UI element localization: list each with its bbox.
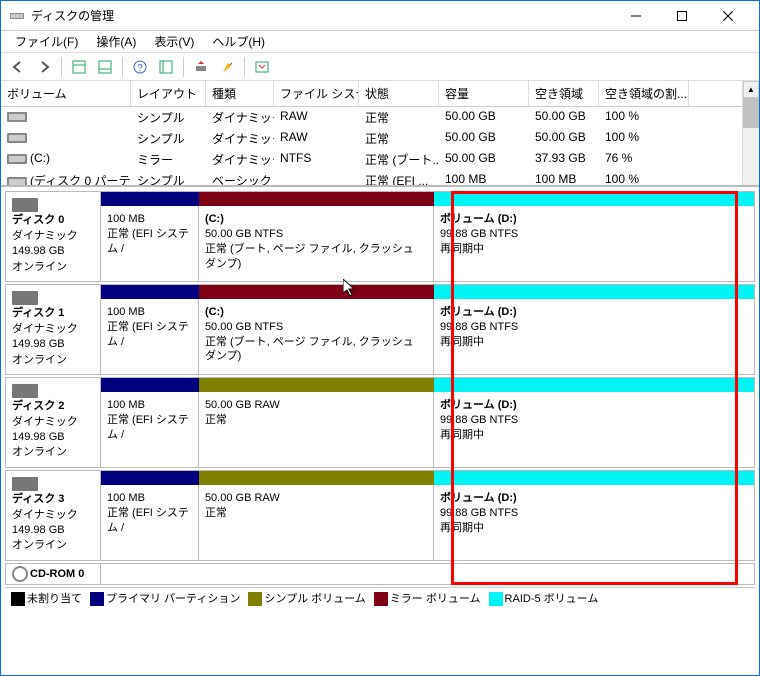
disk-info[interactable]: ディスク 3ダイナミック149.98 GBオンライン [6, 471, 101, 560]
legend-swatch-unalloc [11, 592, 25, 606]
table-row[interactable]: (C:)ミラーダイナミックNTFS正常 (ブート...50.00 GB37.93… [1, 149, 742, 170]
partition[interactable]: ボリューム (D:)99.88 GB NTFS再同期中 [434, 206, 754, 281]
legend-swatch-raid5 [489, 592, 503, 606]
close-button[interactable] [705, 1, 751, 31]
menu-view[interactable]: 表示(V) [146, 31, 202, 52]
disk-icon [12, 198, 38, 212]
disk-icon [12, 384, 38, 398]
scroll-thumb[interactable] [743, 98, 759, 128]
partition[interactable]: ボリューム (D:)99.88 GB NTFS再同期中 [434, 392, 754, 467]
volume-list-pane: ボリューム レイアウト 種類 ファイル システム 状態 容量 空き領域 空き領域… [1, 81, 759, 187]
disk-map-pane: ディスク 0ダイナミック149.98 GBオンライン100 MB正常 (EFI … [1, 187, 759, 675]
titlebar: ディスクの管理 [1, 1, 759, 31]
volume-icon [7, 154, 27, 164]
toolbar: ? [1, 53, 759, 81]
table-row[interactable]: シンプルダイナミックRAW正常50.00 GB50.00 GB100 % [1, 128, 742, 149]
settings-button[interactable] [155, 56, 177, 78]
menu-action[interactable]: 操作(A) [88, 31, 144, 52]
cdrom-icon [12, 566, 28, 582]
partition[interactable]: 50.00 GB RAW正常 [199, 392, 434, 467]
partition[interactable]: 100 MB正常 (EFI システム / [101, 485, 199, 560]
col-pct[interactable]: 空き領域の割... [599, 81, 689, 106]
table-row[interactable]: シンプルダイナミックRAW正常50.00 GB50.00 GB100 % [1, 107, 742, 128]
menu-file[interactable]: ファイル(F) [7, 31, 86, 52]
table-header: ボリューム レイアウト 種類 ファイル システム 状態 容量 空き領域 空き領域… [1, 81, 742, 107]
table-row[interactable]: (ディスク 0 パーティシ...シンプルベーシック正常 (EFI ...100 … [1, 170, 742, 187]
legend-raid5: RAID-5 ボリューム [505, 593, 599, 605]
disk-info[interactable]: ディスク 2ダイナミック149.98 GBオンライン [6, 378, 101, 467]
svg-text:?: ? [137, 63, 143, 74]
partition[interactable]: 100 MB正常 (EFI システム / [101, 392, 199, 467]
legend: 未割り当て プライマリ パーティション シンプル ボリューム ミラー ボリューム… [5, 587, 755, 609]
col-type[interactable]: 種類 [206, 81, 274, 106]
col-status[interactable]: 状態 [359, 81, 439, 106]
disk-info[interactable]: ディスク 1ダイナミック149.98 GBオンライン [6, 285, 101, 374]
col-volume[interactable]: ボリューム [1, 81, 131, 106]
partition[interactable]: (C:)50.00 GB NTFS正常 (ブート, ページ ファイル, クラッシ… [199, 299, 434, 374]
legend-swatch-mirror [374, 592, 388, 606]
partition[interactable]: 100 MB正常 (EFI システム / [101, 299, 199, 374]
partition[interactable]: 100 MB正常 (EFI システム / [101, 206, 199, 281]
disk-icon [12, 291, 38, 305]
cdrom-block[interactable]: CD-ROM 0 [5, 563, 755, 585]
help-button[interactable]: ? [129, 56, 151, 78]
window-title: ディスクの管理 [31, 7, 613, 24]
maximize-button[interactable] [659, 1, 705, 31]
scrollbar[interactable]: ▲ ▼ [742, 81, 759, 187]
partition[interactable]: ボリューム (D:)99.88 GB NTFS再同期中 [434, 299, 754, 374]
legend-primary: プライマリ パーティション [106, 593, 240, 605]
disk-block: ディスク 0ダイナミック149.98 GBオンライン100 MB正常 (EFI … [5, 191, 755, 282]
view-bottom-button[interactable] [94, 56, 116, 78]
volume-icon [7, 112, 27, 122]
view-top-button[interactable] [68, 56, 90, 78]
back-button[interactable] [7, 56, 29, 78]
scroll-up-button[interactable]: ▲ [743, 81, 759, 98]
disk-icon [12, 477, 38, 491]
action1-button[interactable] [190, 56, 212, 78]
menubar: ファイル(F) 操作(A) 表示(V) ヘルプ(H) [1, 31, 759, 53]
disk-info[interactable]: ディスク 0ダイナミック149.98 GBオンライン [6, 192, 101, 281]
disk-block: ディスク 2ダイナミック149.98 GBオンライン100 MB正常 (EFI … [5, 377, 755, 468]
partition[interactable]: 50.00 GB RAW正常 [199, 485, 434, 560]
legend-unalloc: 未割り当て [27, 593, 82, 605]
col-layout[interactable]: レイアウト [131, 81, 206, 106]
app-icon [9, 8, 25, 24]
legend-simple: シンプル ボリューム [264, 593, 365, 605]
legend-mirror: ミラー ボリューム [390, 593, 481, 605]
action2-button[interactable] [216, 56, 238, 78]
disk-block: ディスク 1ダイナミック149.98 GBオンライン100 MB正常 (EFI … [5, 284, 755, 375]
volume-icon [7, 133, 27, 143]
menu-help[interactable]: ヘルプ(H) [204, 31, 273, 52]
volume-icon [7, 177, 27, 187]
forward-button[interactable] [33, 56, 55, 78]
col-capacity[interactable]: 容量 [439, 81, 529, 106]
properties-button[interactable] [251, 56, 273, 78]
legend-swatch-primary [90, 592, 104, 606]
legend-swatch-simple [248, 592, 262, 606]
col-fs[interactable]: ファイル システム [274, 81, 359, 106]
cdrom-name: CD-ROM 0 [30, 568, 84, 580]
partition[interactable]: ボリューム (D:)99.88 GB NTFS再同期中 [434, 485, 754, 560]
disk-block: ディスク 3ダイナミック149.98 GBオンライン100 MB正常 (EFI … [5, 470, 755, 561]
minimize-button[interactable] [613, 1, 659, 31]
col-free[interactable]: 空き領域 [529, 81, 599, 106]
partition[interactable]: (C:)50.00 GB NTFS正常 (ブート, ページ ファイル, クラッシ… [199, 206, 434, 281]
